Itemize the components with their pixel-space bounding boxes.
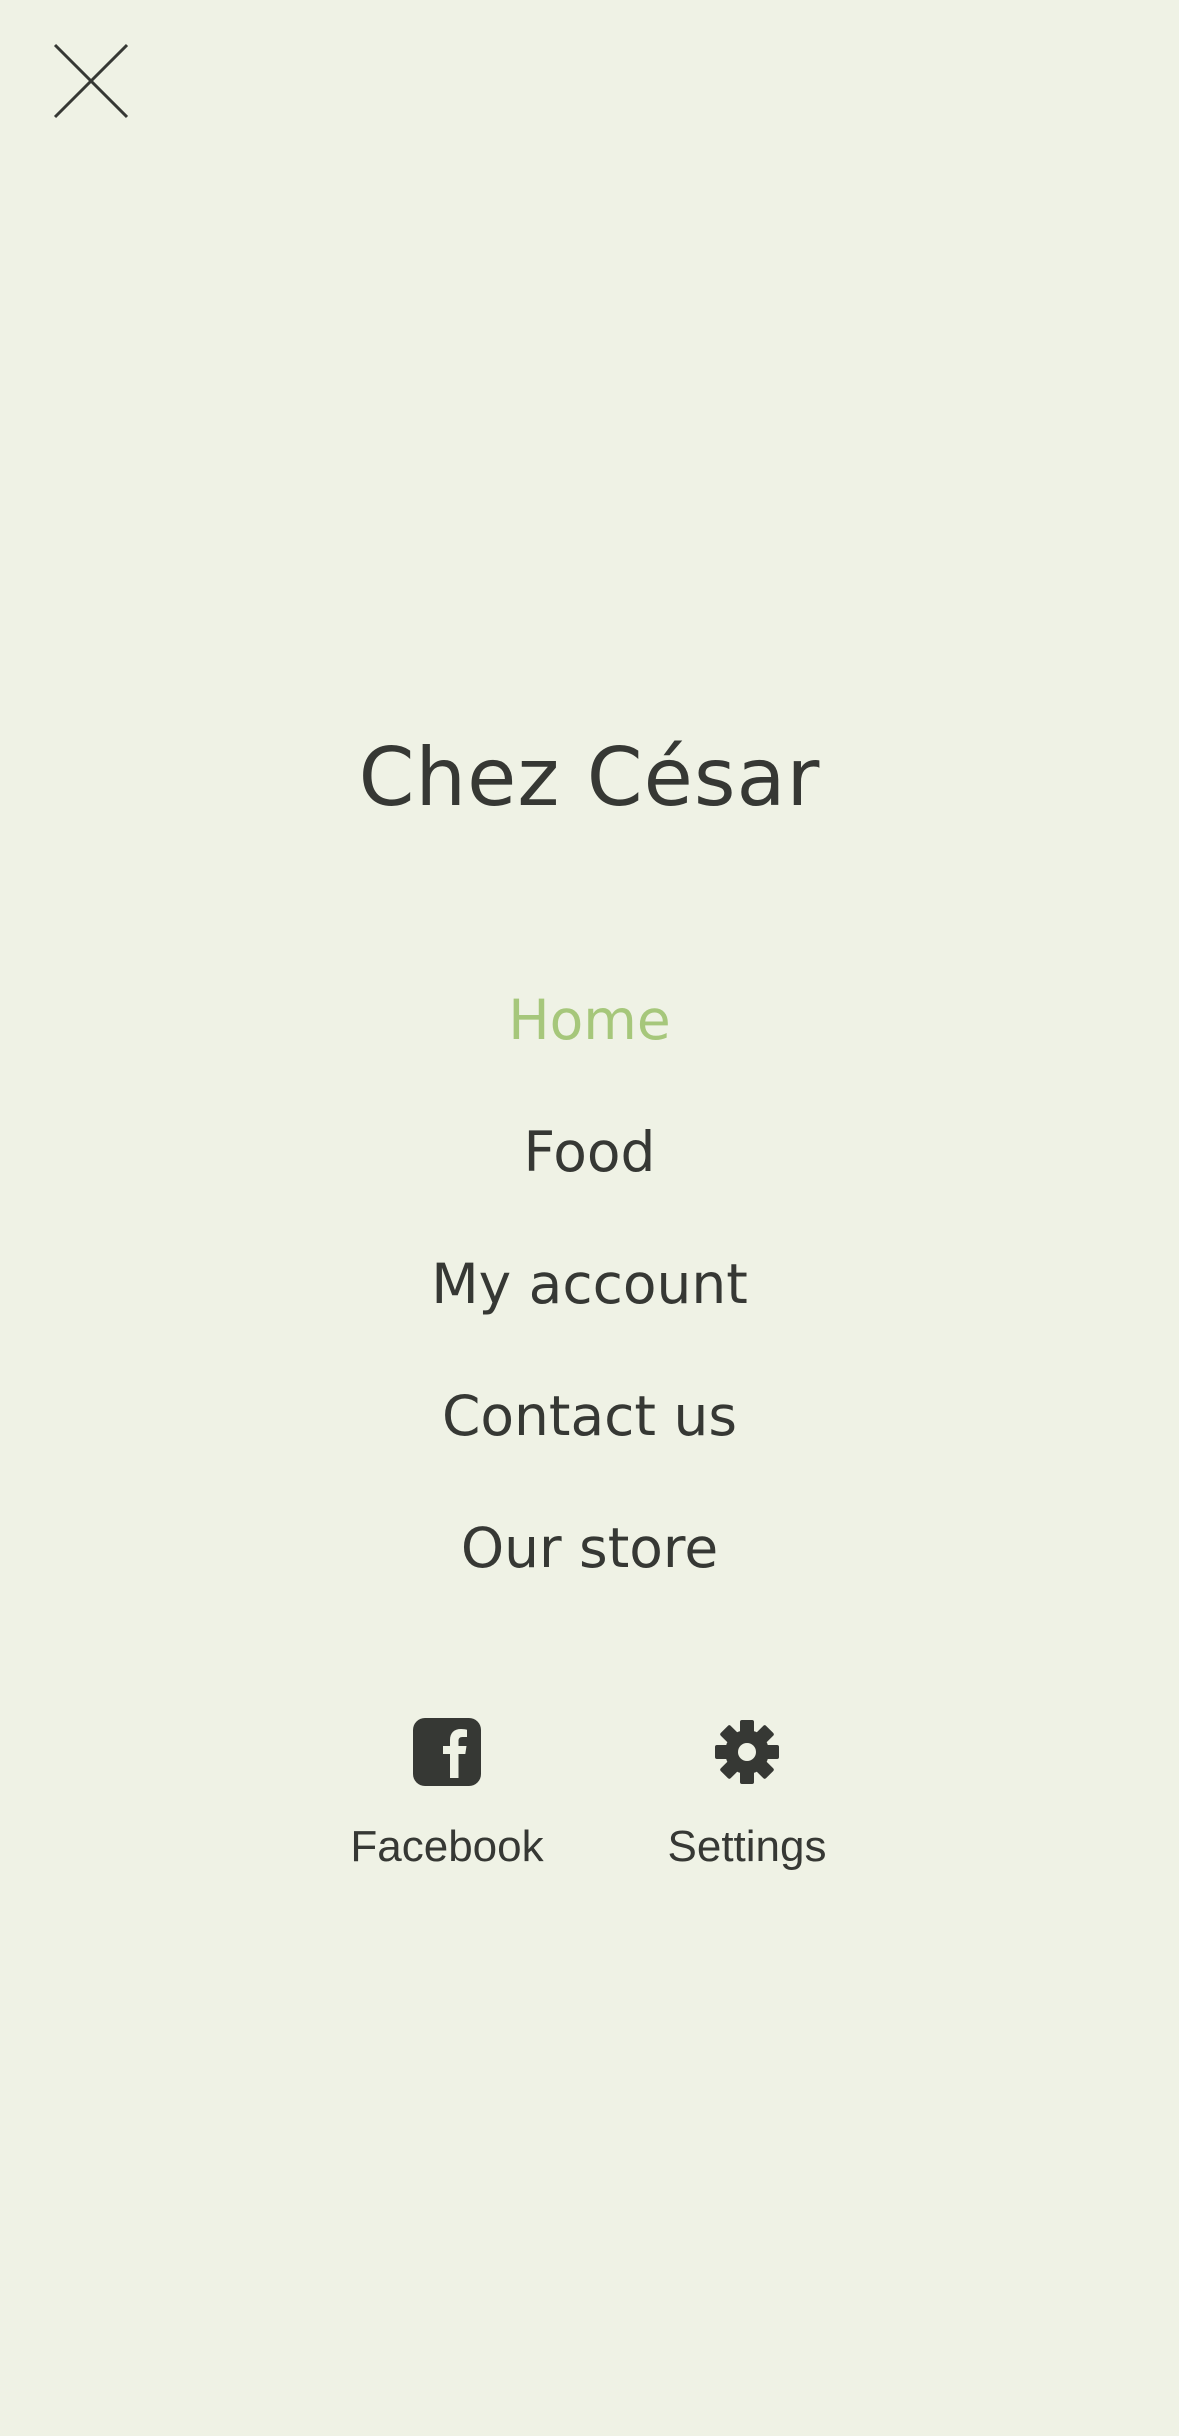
close-icon bbox=[53, 43, 129, 119]
main-menu: Home Food My account Contact us Our stor… bbox=[0, 968, 1179, 1628]
restaurant-title: Chez César bbox=[358, 731, 821, 824]
menu-item-my-account[interactable]: My account bbox=[0, 1232, 1179, 1364]
facebook-label: Facebook bbox=[350, 1822, 544, 1871]
close-button[interactable] bbox=[52, 42, 130, 120]
facebook-icon bbox=[413, 1718, 481, 1786]
menu-item-home[interactable]: Home bbox=[0, 968, 1179, 1100]
menu-item-our-store[interactable]: Our store bbox=[0, 1496, 1179, 1628]
facebook-button[interactable]: Facebook bbox=[317, 1718, 577, 1874]
menu-item-contact-us[interactable]: Contact us bbox=[0, 1364, 1179, 1496]
settings-label: Settings bbox=[667, 1822, 827, 1871]
menu-item-food[interactable]: Food bbox=[0, 1100, 1179, 1232]
gear-icon bbox=[713, 1718, 781, 1786]
settings-button[interactable]: Settings bbox=[617, 1718, 877, 1874]
footer-actions: Facebook Settings bbox=[0, 1718, 1179, 1888]
